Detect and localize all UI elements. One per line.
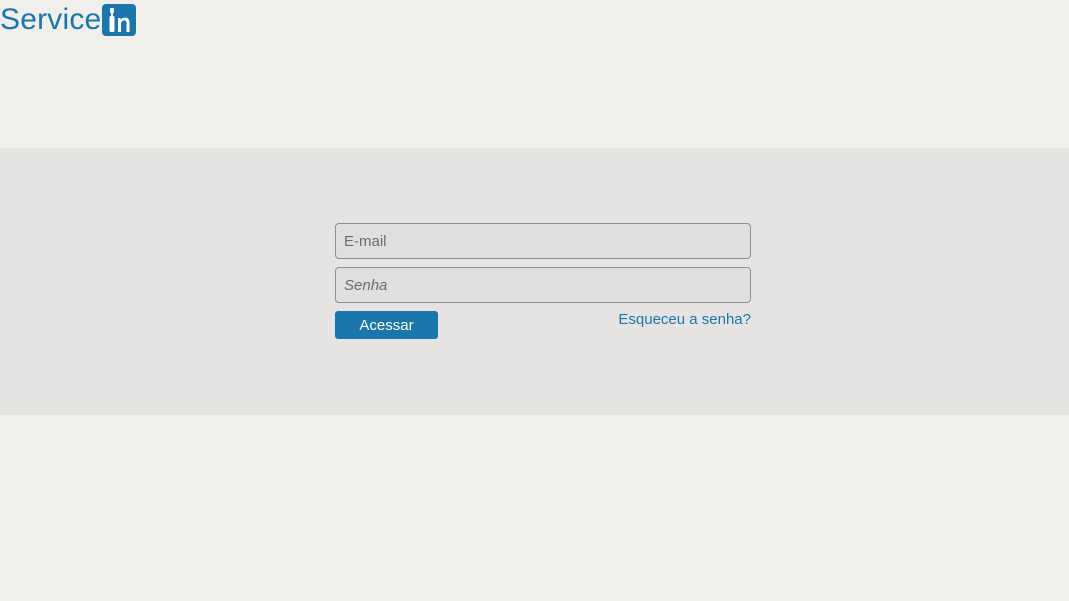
password-field[interactable] [335,267,751,303]
logo-badge-icon [102,4,137,36]
logo-text: Service [0,3,102,36]
login-page: Service Acessar Esqueceu a senha? [0,0,1069,601]
forgot-password-link[interactable]: Esqueceu a senha? [618,311,751,329]
form-actions: Acessar Esqueceu a senha? [335,311,751,339]
tool-in-icon [109,8,130,32]
login-form: Acessar Esqueceu a senha? [335,223,751,339]
login-button[interactable]: Acessar [335,311,438,339]
servicein-logo[interactable]: Service [0,3,137,37]
email-field[interactable] [335,223,751,259]
